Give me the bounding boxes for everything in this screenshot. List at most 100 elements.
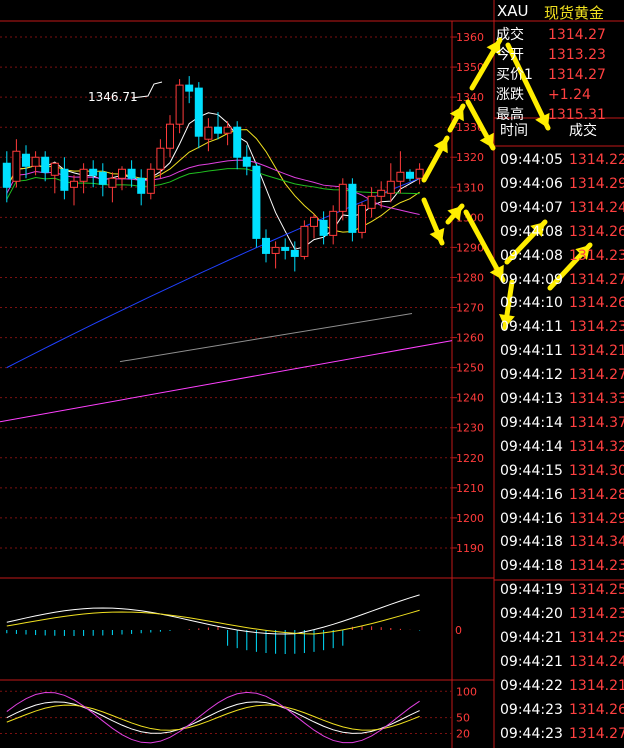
quote-label: 成交 xyxy=(496,27,524,43)
candle-body xyxy=(338,183,347,212)
tick-price: 1314.30 xyxy=(569,462,624,479)
symbol-label: XAU xyxy=(497,2,529,20)
tick-price: 1314.23 xyxy=(569,247,624,264)
y-tick-label: 1190 xyxy=(456,542,484,555)
tick-time: 09:44:14 xyxy=(500,414,563,431)
y-tick-label: 1210 xyxy=(456,482,484,495)
y-tick-label: 1200 xyxy=(456,512,484,525)
tick-time: 09:44:14 xyxy=(500,438,563,455)
candle-body xyxy=(386,180,395,194)
quote-label: 买价1 xyxy=(496,67,533,83)
candle-body xyxy=(41,156,50,173)
tick-time: 09:44:15 xyxy=(500,462,563,479)
y-tick-label: 1250 xyxy=(456,362,484,375)
tick-time: 09:44:23 xyxy=(500,701,563,718)
y-tick-label: 1270 xyxy=(456,302,484,315)
tick-price: 1314.28 xyxy=(569,486,624,503)
y-tick-label: 1240 xyxy=(456,392,484,405)
candle-body xyxy=(281,246,290,251)
tick-price: 1314.29 xyxy=(569,510,624,527)
ticks-price-header: 成交 xyxy=(569,123,597,139)
tick-time: 09:44:16 xyxy=(500,510,563,527)
y-tick-label: 1310 xyxy=(456,181,484,194)
y-tick-label: 1260 xyxy=(456,332,484,345)
high-annotation: 1346.71 xyxy=(88,90,138,104)
macd-panel: 0 xyxy=(6,594,462,654)
candle-body xyxy=(2,162,11,188)
candle-body xyxy=(194,87,203,137)
candle-body xyxy=(262,237,270,254)
tick-time: 09:44:11 xyxy=(500,343,563,360)
tick-price: 1314.37 xyxy=(569,414,624,431)
ma20-line xyxy=(6,159,420,215)
ticks-time-header: 时间 xyxy=(500,123,528,139)
tick-time: 09:44:18 xyxy=(500,534,563,551)
quote-label: 涨跌 xyxy=(496,87,524,103)
candle-body xyxy=(118,168,126,179)
candle-body xyxy=(156,147,165,170)
candle-body xyxy=(166,123,174,149)
y-tick-label: 1280 xyxy=(456,271,484,284)
tick-price: 1314.23 xyxy=(569,606,624,623)
macd-dea-line xyxy=(6,609,420,635)
kdj-tick-label: 20 xyxy=(456,727,470,740)
tick-price: 1314.26 xyxy=(569,701,624,718)
candle-body xyxy=(358,204,366,233)
quote-value: +1.24 xyxy=(548,87,591,103)
candle-body xyxy=(108,177,117,188)
ma40-line xyxy=(6,168,420,200)
candle-body xyxy=(204,126,213,140)
candle-body xyxy=(290,249,299,257)
candle-body xyxy=(406,171,414,179)
candle-body xyxy=(377,189,386,197)
tick-price: 1314.29 xyxy=(569,175,624,192)
candle-body xyxy=(146,168,155,194)
tick-time: 09:44:06 xyxy=(500,175,563,192)
tick-time: 09:44:21 xyxy=(500,630,563,646)
candle-body xyxy=(137,177,146,194)
tick-price: 1314.26 xyxy=(569,223,624,240)
tick-time: 09:44:08 xyxy=(500,223,563,240)
y-tick-label: 1320 xyxy=(456,151,484,164)
kdj-tick-label: 50 xyxy=(456,712,470,725)
candle-body xyxy=(12,150,21,182)
tick-time: 09:44:16 xyxy=(500,486,563,503)
candle-body xyxy=(175,84,184,125)
macd-dif-line xyxy=(6,594,420,635)
tick-time: 09:44:08 xyxy=(500,247,563,264)
tick-price: 1314.22 xyxy=(569,152,624,168)
instrument-name: 现货黄金 xyxy=(544,4,605,22)
tick-price: 1314.21 xyxy=(569,343,624,360)
candle-body xyxy=(233,126,242,158)
candle-body xyxy=(79,168,88,182)
tick-time: 09:44:12 xyxy=(500,367,563,384)
quote-label: 今开 xyxy=(496,47,524,63)
candle-body xyxy=(185,84,194,92)
y-tick-label: 1230 xyxy=(456,422,484,435)
candle-body xyxy=(271,246,280,254)
candle-body xyxy=(214,126,222,134)
candle-body xyxy=(223,126,232,134)
candle-body xyxy=(396,171,405,182)
candle-body xyxy=(127,168,136,179)
tick-price: 1314.27 xyxy=(569,725,624,742)
tick-price: 1314.27 xyxy=(569,367,624,384)
kdj-panel: 100 50 20 xyxy=(0,685,477,744)
tick-price: 1314.23 xyxy=(569,558,624,575)
tick-time: 09:44:05 xyxy=(500,152,563,168)
candle-body xyxy=(300,225,309,257)
tick-price: 1314.33 xyxy=(569,391,624,407)
candle-body xyxy=(319,219,328,236)
quote-value: 1313.23 xyxy=(548,47,606,63)
candle-body xyxy=(60,168,69,191)
tick-price: 1314.34 xyxy=(569,534,624,551)
tick-price: 1314.25 xyxy=(569,630,624,646)
candle-body xyxy=(50,162,59,176)
y-tick-label: 1290 xyxy=(456,241,484,254)
ma120-line xyxy=(119,313,413,363)
tick-time: 09:44:11 xyxy=(500,319,563,336)
tick-time: 09:44:13 xyxy=(500,391,563,407)
tick-time: 09:44:19 xyxy=(500,582,563,599)
quote-value: 1314.27 xyxy=(548,27,606,43)
ma250-line xyxy=(0,340,453,423)
